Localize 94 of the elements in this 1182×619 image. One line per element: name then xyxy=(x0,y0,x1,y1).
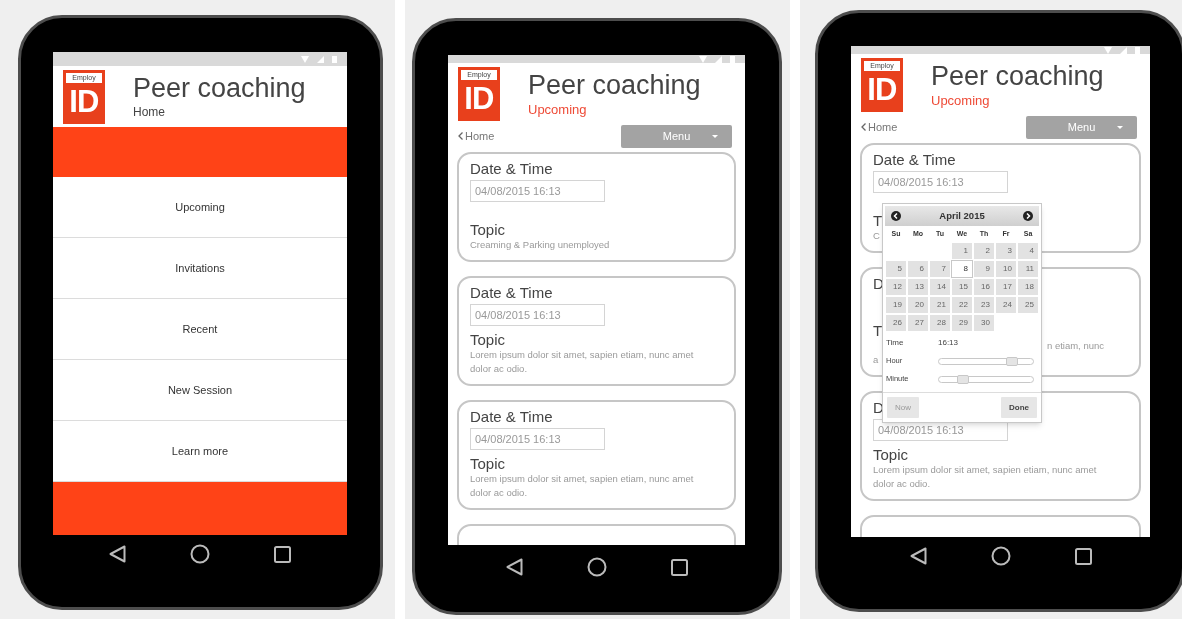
calendar-day[interactable]: 22 xyxy=(951,296,973,314)
date-field[interactable]: 04/08/2015 16:13 xyxy=(470,428,605,450)
app-title: Peer coaching xyxy=(528,69,701,101)
time-value: 16:13 xyxy=(938,337,959,349)
page-subtitle: Upcoming xyxy=(931,92,991,110)
calendar-day[interactable]: 10 xyxy=(995,260,1017,278)
field-label: Date & Time xyxy=(470,284,553,302)
field-label: Topic xyxy=(470,455,506,472)
calendar-day[interactable]: 1 xyxy=(951,242,973,260)
calendar-day[interactable]: 5 xyxy=(885,260,907,278)
menu-button[interactable]: Menu xyxy=(1026,115,1137,139)
calendar-day[interactable]: 3 xyxy=(995,242,1017,260)
previous-month-icon[interactable] xyxy=(891,211,901,221)
signal-icon xyxy=(317,55,324,63)
calendar-day[interactable]: 16 xyxy=(973,278,995,296)
caret-down-icon xyxy=(1117,125,1123,129)
calendar-day[interactable]: 30 xyxy=(973,314,995,332)
month-title: April 2015 xyxy=(939,208,985,223)
calendar-day[interactable]: 12 xyxy=(885,278,907,296)
calendar-day[interactable]: 29 xyxy=(951,314,973,332)
menu-item[interactable]: Recent xyxy=(53,299,347,360)
chevron-left-icon xyxy=(458,132,463,140)
topic-text: a xyxy=(873,353,879,367)
picker-button[interactable]: Done xyxy=(1001,397,1037,418)
logo-text: ID xyxy=(464,80,494,118)
calendar-day[interactable]: 6 xyxy=(907,260,929,278)
home-circle-icon[interactable] xyxy=(990,546,1011,566)
back-icon[interactable] xyxy=(909,547,927,565)
calendar-day[interactable]: 2 xyxy=(973,242,995,260)
field-label: Date & Time xyxy=(873,151,956,169)
field-label: Topic xyxy=(470,331,506,348)
menu-item[interactable]: Upcoming xyxy=(53,177,347,238)
calendar-day[interactable]: 17 xyxy=(995,278,1017,296)
time-label: Time xyxy=(886,337,905,349)
back-link[interactable]: Home xyxy=(458,127,495,145)
calendar-day[interactable]: 27 xyxy=(907,314,929,332)
field-label: T xyxy=(873,212,883,229)
slider-track[interactable] xyxy=(938,375,1034,383)
home-circle-icon[interactable] xyxy=(586,557,607,577)
topic-text: Lorem ipsum dolor sit amet, sapien etiam, nunc amet dolor ac odio. xyxy=(470,348,695,376)
menu-item[interactable]: Invitations xyxy=(53,238,347,299)
topic-text: Lorem ipsum dolor sit amet, sapien etiam, nunc amet dolor ac odio. xyxy=(873,463,1098,491)
square-icon[interactable] xyxy=(274,545,291,563)
back-icon[interactable] xyxy=(505,558,523,576)
date-field[interactable]: 04/08/2015 16:13 xyxy=(470,304,605,326)
chevron-left-icon xyxy=(861,123,866,131)
menu-button[interactable]: Menu xyxy=(621,124,732,148)
calendar-day[interactable]: 20 xyxy=(907,296,929,314)
field-label: Topic xyxy=(470,221,506,238)
slider-thumb[interactable] xyxy=(1006,356,1019,366)
calendar-day[interactable]: 21 xyxy=(929,296,951,314)
back-icon[interactable] xyxy=(109,545,126,563)
wifi-icon xyxy=(301,55,309,63)
field-label: Topic xyxy=(873,446,909,463)
calendar-day[interactable]: 28 xyxy=(929,314,951,332)
field-label: T xyxy=(873,322,883,339)
calendar-day[interactable]: 8 xyxy=(951,260,973,278)
calendar-day[interactable]: 19 xyxy=(885,296,907,314)
app-title: Peer coaching xyxy=(931,60,1104,92)
calendar-day[interactable]: 7 xyxy=(929,260,951,278)
square-icon[interactable] xyxy=(1074,547,1092,565)
field-label: Date & Time xyxy=(470,408,553,426)
topic-text: n etiam, nunc xyxy=(1046,339,1104,353)
date-field[interactable]: 04/08/2015 16:13 xyxy=(470,180,605,202)
slider-thumb[interactable] xyxy=(956,374,969,384)
topic-text: Lorem ipsum dolor sit amet, sapien etiam, nunc amet dolor ac odio. xyxy=(470,472,695,500)
back-link[interactable]: Home xyxy=(861,118,898,136)
calendar-day[interactable]: 11 xyxy=(1017,260,1039,278)
calendar-day[interactable]: 9 xyxy=(973,260,995,278)
page-subtitle: Home xyxy=(133,104,166,120)
topic-text: C xyxy=(873,229,880,243)
app-title: Peer coaching xyxy=(133,72,306,104)
topic-text: Creaming & Parking unemployed xyxy=(470,238,610,252)
calendar-day[interactable]: 18 xyxy=(1017,278,1039,296)
field-label: Date & Time xyxy=(470,160,553,178)
battery-icon xyxy=(332,55,337,63)
date-field[interactable]: 04/08/2015 16:13 xyxy=(873,171,1008,193)
calendar-day[interactable]: 13 xyxy=(907,278,929,296)
calendar-day[interactable]: 25 xyxy=(1017,296,1039,314)
page-subtitle: Upcoming xyxy=(528,101,588,119)
calendar-day[interactable]: 4 xyxy=(1017,242,1039,260)
square-icon[interactable] xyxy=(670,558,688,576)
calendar-day[interactable]: 14 xyxy=(929,278,951,296)
calendar-day[interactable]: 26 xyxy=(885,314,907,332)
logo-text: ID xyxy=(867,71,897,109)
calendar-day[interactable]: 24 xyxy=(995,296,1017,314)
next-month-icon[interactable] xyxy=(1023,211,1033,221)
calendar-day[interactable]: 15 xyxy=(951,278,973,296)
logo-text: ID xyxy=(69,83,99,121)
menu-item[interactable]: New Session xyxy=(53,360,347,421)
slider-track[interactable] xyxy=(938,357,1034,365)
caret-down-icon xyxy=(712,134,718,138)
calendar-day[interactable]: 23 xyxy=(973,296,995,314)
home-circle-icon[interactable] xyxy=(190,544,210,564)
